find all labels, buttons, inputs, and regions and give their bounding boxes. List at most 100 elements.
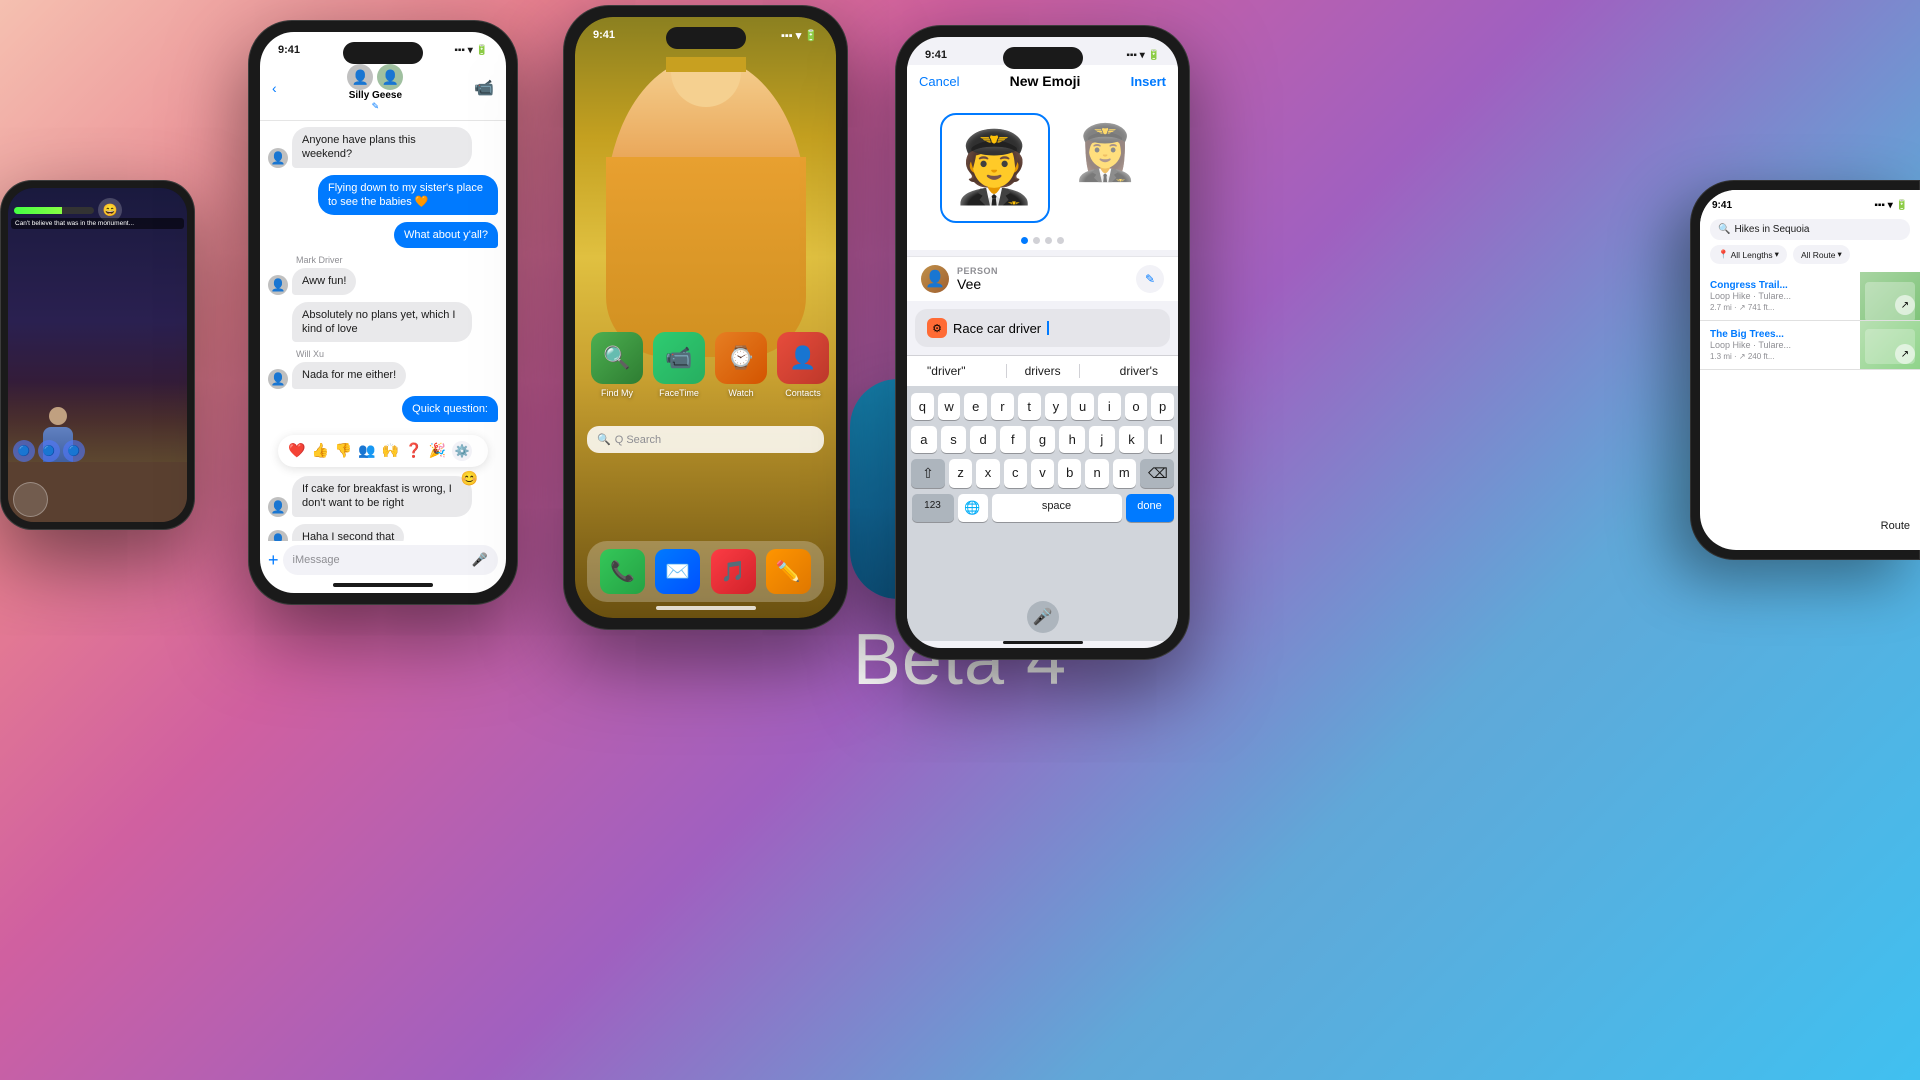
key-h[interactable]: h <box>1059 426 1085 453</box>
key-m[interactable]: m <box>1113 459 1136 488</box>
length-filter-icon: 📍 <box>1718 249 1729 260</box>
key-e[interactable]: e <box>964 393 987 420</box>
text-input-icon: ⚙ <box>927 318 947 338</box>
key-k[interactable]: k <box>1119 426 1145 453</box>
key-q[interactable]: q <box>911 393 934 420</box>
autocorrect-driver-quoted[interactable]: "driver" <box>927 364 966 378</box>
key-c[interactable]: c <box>1004 459 1027 488</box>
messages-input-area: + iMessage 🎤 <box>260 541 506 583</box>
key-globe[interactable]: 🌐 <box>958 494 988 522</box>
emoji-option-selected[interactable]: 🧑‍✈️ <box>940 113 1050 223</box>
keyboard-row-bottom: 123 🌐 space done <box>907 491 1178 530</box>
key-o[interactable]: o <box>1125 393 1148 420</box>
messages-plus-btn[interactable]: + <box>268 550 279 571</box>
sender-label: Will Xu <box>268 349 498 359</box>
key-l[interactable]: l <box>1148 426 1174 453</box>
emoji-cancel-btn[interactable]: Cancel <box>919 74 959 89</box>
emoji-insert-btn[interactable]: Insert <box>1131 74 1166 89</box>
message-row: What about y'all? <box>268 222 498 248</box>
message-row: 👤 If cake for breakfast is wrong, I don'… <box>268 476 498 517</box>
emoji-selection-area: 🧑‍✈️ 👩‍✈️ <box>907 97 1178 231</box>
app-icon-watch[interactable]: ⌚ Watch <box>715 332 767 398</box>
messages-input[interactable]: iMessage 🎤 <box>283 545 498 575</box>
maps-status-bar: 9:41 ▪▪▪ ▾ 🔋 <box>1700 190 1920 215</box>
key-space[interactable]: space <box>992 494 1122 522</box>
dock-phone[interactable]: 📞 <box>600 549 645 594</box>
key-y[interactable]: y <box>1045 393 1068 420</box>
findmy-icon: 🔍 <box>591 332 643 384</box>
key-r[interactable]: r <box>991 393 1014 420</box>
dynamic-island <box>343 42 423 64</box>
app-icon-facetime[interactable]: 📹 FaceTime <box>653 332 705 398</box>
app-icon-findmy[interactable]: 🔍 Find My <box>591 332 643 398</box>
tapback-question[interactable]: ❓ <box>405 442 422 459</box>
tapback-heart[interactable]: ❤️ <box>288 442 305 459</box>
emoji-option-alt[interactable]: 👩‍✈️ <box>1066 113 1146 193</box>
keyboard-row-2: a s d f g h j k l <box>907 423 1178 456</box>
trail-info-2: The Big Trees... Loop Hike · Tulare... 1… <box>1700 321 1860 369</box>
maps-screen: 9:41 ▪▪▪ ▾ 🔋 🔍 Hikes in Sequoia 📍 All Le… <box>1700 190 1920 550</box>
key-u[interactable]: u <box>1071 393 1094 420</box>
dock-music[interactable]: 🎵 <box>711 549 756 594</box>
person-avatar: 👤 <box>921 265 949 293</box>
emoji-time: 9:41 <box>925 49 947 61</box>
key-i[interactable]: i <box>1098 393 1121 420</box>
contact-name: Silly Geese <box>349 90 402 101</box>
edit-person-btn[interactable]: ✎ <box>1136 265 1164 293</box>
reaction-emoji: 😊 <box>461 470 478 487</box>
dock-pages[interactable]: ✏️ <box>766 549 811 594</box>
trail-item-1[interactable]: Congress Trail... Loop Hike · Tulare... … <box>1700 272 1920 321</box>
autocorrect-drivers[interactable]: drivers <box>1006 364 1080 378</box>
key-s[interactable]: s <box>941 426 967 453</box>
home-indicator <box>656 606 756 610</box>
game-caption: Can't believe that was in the monument..… <box>11 218 184 229</box>
key-w[interactable]: w <box>938 393 961 420</box>
mic-btn[interactable]: 🎤 <box>1027 601 1059 633</box>
key-p[interactable]: p <box>1151 393 1174 420</box>
key-n[interactable]: n <box>1085 459 1108 488</box>
person-name: Vee <box>957 276 998 292</box>
message-bubble-sent: Flying down to my sister's place to see … <box>318 175 498 216</box>
trail-item-2[interactable]: The Big Trees... Loop Hike · Tulare... 1… <box>1700 321 1920 370</box>
key-j[interactable]: j <box>1089 426 1115 453</box>
tapback-thumbsdown[interactable]: 👎 <box>335 442 352 459</box>
dock-mail[interactable]: ✉️ <box>655 549 700 594</box>
dot-2 <box>1033 237 1040 244</box>
maps-status-icons: ▪▪▪ ▾ 🔋 <box>1874 200 1908 211</box>
emoji-text-input[interactable]: ⚙ Race car driver <box>915 309 1170 347</box>
tapback-exclaim[interactable]: 🙌 <box>382 442 399 459</box>
key-shift[interactable]: ⇧ <box>911 459 945 488</box>
home-search-bar[interactable]: 🔍 Q Search <box>587 426 824 453</box>
messages-back-btn[interactable]: ‹ <box>272 80 277 96</box>
key-delete[interactable]: ⌫ <box>1140 459 1174 488</box>
key-t[interactable]: t <box>1018 393 1041 420</box>
key-z[interactable]: z <box>949 459 972 488</box>
trail-info-1: Congress Trail... Loop Hike · Tulare... … <box>1700 272 1860 320</box>
key-numbers[interactable]: 123 <box>912 494 954 522</box>
message-bubble-received: Nada for me either! <box>292 362 406 388</box>
tapback-haha[interactable]: 👥 <box>358 442 375 459</box>
person-row: 👤 PERSON Vee ✎ <box>907 256 1178 301</box>
app-icon-contacts[interactable]: 👤 Contacts <box>777 332 829 398</box>
key-g[interactable]: g <box>1030 426 1056 453</box>
length-filter[interactable]: 📍 All Lengths ▾ <box>1710 245 1787 264</box>
key-done[interactable]: done <box>1126 494 1174 522</box>
trail-name-1: Congress Trail... <box>1710 280 1850 291</box>
tapback-reactions[interactable]: ❤️ 👍 👎 👥 🙌 ❓ 🎉 ⚙️ <box>278 435 488 467</box>
key-f[interactable]: f <box>1000 426 1026 453</box>
key-v[interactable]: v <box>1031 459 1054 488</box>
tapback-more[interactable]: 🎉 <box>429 442 446 459</box>
findmy-label: Find My <box>601 388 633 398</box>
route-filter[interactable]: All Route ▾ <box>1793 245 1850 264</box>
sender-avatar: 👤 <box>268 148 288 168</box>
tapback-custom[interactable]: ⚙️ <box>452 441 472 461</box>
key-a[interactable]: a <box>911 426 937 453</box>
tapback-thumbsup[interactable]: 👍 <box>311 442 328 459</box>
video-call-btn[interactable]: 📹 <box>474 78 494 98</box>
key-d[interactable]: d <box>970 426 996 453</box>
key-b[interactable]: b <box>1058 459 1081 488</box>
autocorrect-drivers-possessive[interactable]: driver's <box>1120 364 1158 378</box>
maps-search-bar[interactable]: 🔍 Hikes in Sequoia <box>1710 219 1910 240</box>
key-x[interactable]: x <box>976 459 999 488</box>
emoji-nav-title: New Emoji <box>1010 73 1081 89</box>
